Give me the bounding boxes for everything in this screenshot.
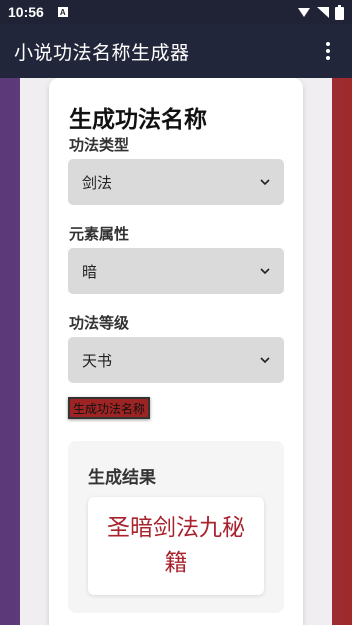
signal-icon [298,8,310,17]
chevron-down-icon [260,357,270,364]
generator-card: 生成功法名称 功法类型 剑法 元素属性 暗 功法等级 天书 生成功法名称 生成结… [49,78,303,625]
element-attribute-select[interactable]: 暗 [68,248,284,294]
wifi-icon [317,7,329,18]
result-heading: 生成结果 [88,468,156,488]
generate-button[interactable]: 生成功法名称 [68,397,150,419]
app-bar: 小说功法名称生成器 [0,24,352,78]
page-title: 生成功法名称 [69,107,207,133]
generated-name: 圣暗剑法九秘籍 [107,515,245,576]
status-bar: 10:56 A [0,0,352,24]
overflow-menu-icon[interactable] [318,36,338,66]
result-card: 圣暗剑法九秘籍 [88,497,264,595]
chevron-down-icon [260,268,270,275]
status-icons [297,4,344,20]
chevron-down-icon [260,179,270,186]
content-area: 生成功法名称 功法类型 剑法 元素属性 暗 功法等级 天书 生成功法名称 生成结… [0,78,352,625]
notification-a-icon: A [57,7,68,17]
battery-icon [335,4,344,20]
technique-level-label: 功法等级 [69,314,130,332]
technique-type-value: 剑法 [82,173,113,192]
status-time: 10:56 [8,4,44,20]
app-title: 小说功法名称生成器 [14,41,190,64]
element-attribute-label: 元素属性 [69,225,130,243]
technique-type-label: 功法类型 [69,136,130,154]
technique-level-value: 天书 [82,351,113,370]
technique-type-select[interactable]: 剑法 [68,159,284,205]
result-panel: 生成结果 圣暗剑法九秘籍 [68,441,284,613]
technique-level-select[interactable]: 天书 [68,337,284,383]
element-attribute-value: 暗 [82,262,98,281]
